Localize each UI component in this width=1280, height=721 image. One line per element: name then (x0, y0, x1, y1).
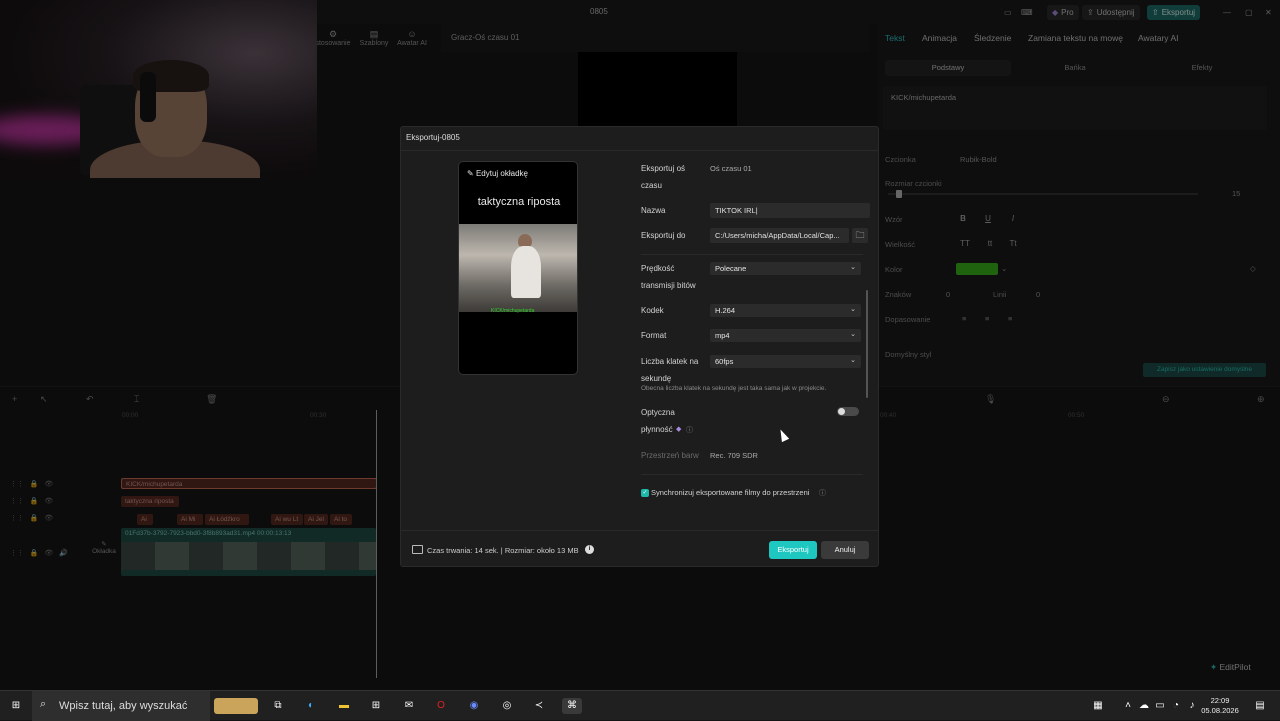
codec-select[interactable]: H.264 ⌄ (710, 304, 861, 317)
film-icon (412, 545, 423, 554)
bitrate-select[interactable]: Polecane ⌄ (710, 262, 861, 275)
task-view-icon[interactable]: ⧉ (270, 698, 286, 714)
color-space-label: Przestrzeń barw (641, 451, 699, 460)
discord-icon[interactable]: ◉ (466, 698, 482, 714)
divider (641, 254, 863, 255)
folder-icon[interactable]: 🗀 (852, 228, 868, 243)
explorer-icon[interactable]: ▬ (336, 698, 352, 714)
chevron-down-icon: ⌄ (850, 264, 856, 271)
store-icon[interactable]: ⊞ (368, 698, 384, 714)
edge-icon[interactable]: ◐ (303, 698, 319, 714)
sync-checkbox[interactable]: ✓ (641, 489, 649, 497)
divider (641, 474, 863, 475)
export-button[interactable]: Eksportuj (769, 541, 817, 559)
network-icon[interactable]: ☁ (1136, 698, 1152, 714)
battery-icon[interactable]: ▭ (1152, 698, 1168, 714)
scrollbar[interactable] (866, 290, 868, 398)
chevron-down-icon: ⌄ (850, 306, 856, 313)
search-placeholder: Wpisz tutaj, aby wyszukać (59, 700, 188, 712)
chevron-down-icon: ⌄ (850, 357, 856, 364)
windows-start-icon[interactable]: ⊞ (8, 698, 24, 714)
codec-label: Kodek (641, 306, 664, 315)
dialog-title: Eksportuj-0805 (406, 133, 460, 142)
windows-taskbar: ⊞ ⌕ Wpisz tutaj, aby wyszukać ⧉ ◐ ▬ ⊞ ✉ … (0, 690, 1280, 721)
bitrate-label: Prędkość transmisji bitów (641, 264, 696, 290)
volume-icon[interactable]: ♪ (1184, 698, 1200, 714)
diamond-icon: ◆ (676, 426, 682, 433)
timeline-value: Oś czasu 01 (710, 164, 752, 173)
search-box[interactable]: ⌕ Wpisz tutaj, aby wyszukać (32, 691, 210, 721)
notification-icon[interactable]: ▤ (1252, 698, 1268, 714)
cover-tag: KICK/michupetarda (491, 308, 535, 314)
search-highlight-icon[interactable] (214, 698, 258, 714)
name-input[interactable]: TIKTOK IRL| (710, 203, 870, 218)
export-path-input[interactable]: C:/Users/micha/AppData/Local/Cap... (710, 228, 849, 243)
clock[interactable]: 22:09 05.08.2026 (1200, 696, 1240, 716)
cancel-button[interactable]: Anuluj (821, 541, 869, 559)
footer-info: Czas trwania: 14 sek. | Rozmiar: około 1… (427, 546, 579, 555)
fps-select[interactable]: 60fps ⌄ (710, 355, 861, 368)
divider (401, 530, 878, 531)
app-icon[interactable]: ◎ (499, 698, 515, 714)
cover-caption: taktyczna riposta (477, 196, 561, 208)
edit-cover-button[interactable]: ✎ Edytuj okładkę (467, 169, 528, 178)
export-dialog: Eksportuj-0805 ✎ Edytuj okładkę taktyczn… (400, 126, 879, 567)
opera-icon[interactable]: O (433, 698, 449, 714)
capcut-alt-icon[interactable]: ≺ (531, 698, 547, 714)
help-icon[interactable]: ⓘ (819, 488, 826, 498)
pencil-icon: ✎ (467, 169, 474, 178)
chevron-up-icon[interactable]: ˄ (1120, 698, 1136, 714)
info-icon[interactable]: i (585, 545, 594, 554)
timeline-label: Eksportuj oś czasu (641, 164, 686, 190)
mail-icon[interactable]: ✉ (401, 698, 417, 714)
toggle-knob (838, 408, 845, 415)
fps-hint: Obecna liczba klatek na sekundę jest tak… (641, 385, 827, 392)
wifi-icon[interactable]: ◔ (1168, 698, 1184, 714)
capcut-icon[interactable]: ⌘ (562, 698, 582, 714)
optical-flow-toggle[interactable] (837, 407, 859, 416)
chevron-down-icon: ⌄ (850, 331, 856, 338)
cover-person (511, 246, 541, 298)
divider (401, 150, 878, 151)
format-label: Format (641, 331, 667, 340)
search-icon: ⌕ (40, 698, 47, 710)
cover-preview[interactable]: ✎ Edytuj okładkę taktyczna riposta KICK/… (458, 161, 578, 375)
help-icon[interactable]: ⓘ (686, 425, 693, 435)
keyboard-icon[interactable]: ▦ (1090, 698, 1106, 714)
export-to-label: Eksportuj do (641, 231, 686, 240)
color-space-value: Rec. 709 SDR (710, 451, 758, 460)
sync-label: Synchronizuj eksportowane filmy do przes… (651, 488, 810, 497)
format-select[interactable]: mp4 ⌄ (710, 329, 861, 342)
fps-label: Liczba klatek na sekundę (641, 357, 699, 383)
name-label: Nazwa (641, 206, 666, 215)
